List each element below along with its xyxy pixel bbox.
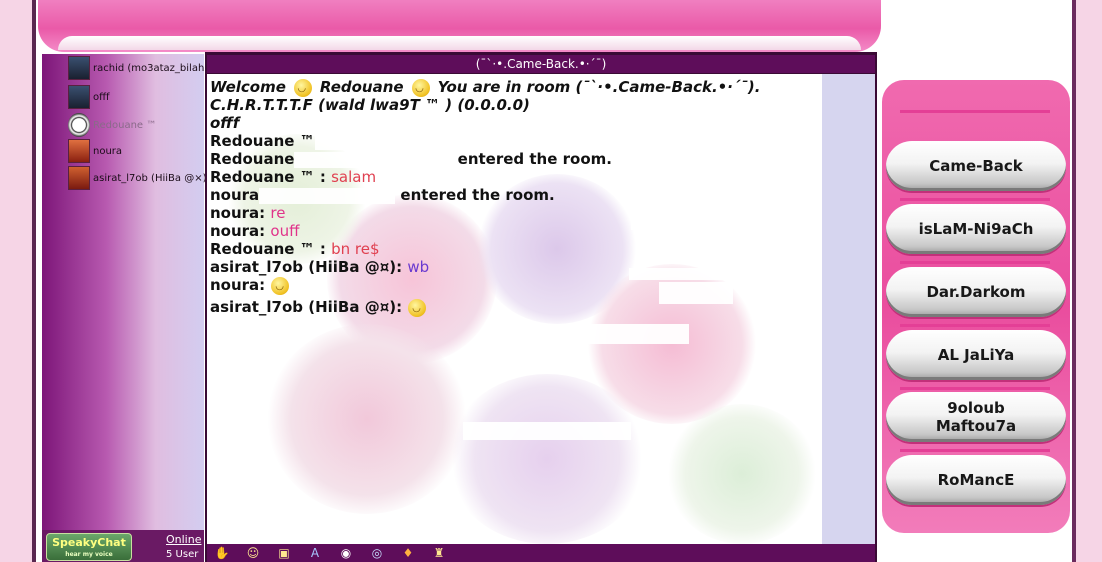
redaction-box [511,324,689,344]
chat-line: Redouane ™ : salam [210,168,822,186]
chat-line: asirat_l7ob (HiiBa @¤): wb [210,258,822,276]
background-foliage [667,404,817,544]
user-list-item[interactable]: offf [68,85,110,109]
nav-button-label: Came-Back [929,157,1023,175]
redaction-box [259,187,396,204]
user-count: 5 User [166,549,199,560]
smiley-icon[interactable]: ☺ [245,545,261,561]
nav-divider [900,110,1050,113]
avatar [68,85,90,109]
redaction-box [314,133,439,150]
room-title: (¯`·•.Came-Back.•·´¯) [207,55,875,73]
nav-button-label: 9oloub Maftou7a [935,399,1017,435]
chat-message-area[interactable]: Welcome Redouane You are in room (¯`·•.Cam… [207,74,822,544]
nav-divider [900,324,1050,327]
chat-username: Redouane ™ : [210,240,326,258]
avatar [68,139,90,163]
online-link[interactable]: Online [166,533,201,546]
user-list-item[interactable]: asirat_l7ob (HiiBa @×) [68,166,207,190]
chat-username: Redouane ™ [210,132,315,150]
welcome-prefix: Welcome [210,78,286,96]
nav-button-al-jaliya[interactable]: AL JaLiYa [886,330,1066,380]
chat-scroll-area[interactable] [822,74,875,544]
nav-divider [900,261,1050,264]
chat-event-text: entered the room. [457,150,612,168]
chat-username: asirat_l7ob (HiiBa @¤): [210,298,403,316]
chat-line: Redouane ™ : bn re$ [210,240,822,258]
sleepy-smiley-icon [271,276,290,296]
nav-button-label: RoMancE [937,471,1015,489]
chat-event-text: entered the room. [400,186,555,204]
redaction-box [463,422,631,440]
user-name: rachid (mo3ataz_bilah ( [93,62,212,74]
top-banner-inset [58,36,861,50]
page-frame-right [1072,0,1076,562]
hand-icon[interactable]: ✋ [214,545,230,561]
nav-divider [900,198,1050,201]
user-list-panel: rachid (mo3ataz_bilah ( offf Redouane ™ … [42,54,211,532]
nav-button-dar-darkom[interactable]: Dar.Darkom [886,267,1066,317]
chat-message: ouff [270,222,300,240]
chat-line: noura: [210,276,822,296]
welcome-line: Welcome Redouane You are in room (¯`·•.Cam… [210,78,822,98]
chat-username: Redouane [210,150,295,168]
candle-icon[interactable]: ♦ [400,545,416,561]
worried-smiley-icon [408,298,427,318]
user-list-item[interactable]: Redouane ™ [68,113,156,137]
chat-message: wb [407,258,430,276]
nav-button-label: Dar.Darkom [926,283,1026,301]
nav-button-label: isLaM-Ni9aCh [918,220,1034,238]
chat-line: C.H.R.T.T.T.F (wald lwa9T ™ ) (0.0.0.0) [210,96,530,114]
logo-text: SpeakyChat [52,536,126,549]
user-name: Redouane ™ [93,119,157,131]
chat-line: asirat_l7ob (HiiBa @¤): [210,298,822,318]
user-list-item[interactable]: rachid (mo3ataz_bilah ( [68,56,211,80]
chat-username: noura: [210,276,266,294]
chat-username: noura [210,186,260,204]
nav-divider [900,387,1050,390]
nav-button-came-back[interactable]: Came-Back [886,141,1066,191]
nav-button-label: AL JaLiYa [937,346,1015,364]
user-name: asirat_l7ob (HiiBa @×) [93,172,207,184]
lock-icon[interactable]: ♜ [431,545,447,561]
nav-button-islam-ni9ach[interactable]: isLaM-Ni9aCh [886,204,1066,254]
logo-subtitle: hear my voice [65,551,113,558]
welcome-suffix: You are in room (¯`·•.Came-Back.•·´¯). [437,78,761,96]
chat-line: offf [210,114,240,132]
chat-username: noura: [210,204,266,222]
chat-username: noura: [210,222,266,240]
chat-line: Redouane ™ [210,132,822,150]
avatar [68,166,90,190]
chat-line: noura: ouff [210,222,822,240]
redaction-box [294,151,453,168]
background-flower [447,374,647,544]
chat-message: re [270,204,286,222]
chat-line: Redouane entered the room. [210,150,822,168]
nav-divider [900,449,1050,452]
avatar [68,56,90,80]
chat-message: salam [331,168,377,186]
user-list-item[interactable]: noura [68,139,122,163]
soccer-ball-icon [68,113,90,137]
welcome-name: Redouane [319,78,404,96]
chat-log: Welcome Redouane You are in room (¯`·•.Cam… [210,78,822,318]
chat-username: asirat_l7ob (HiiBa @¤): [210,258,403,276]
background-flower [267,324,467,514]
nav-button-romance[interactable]: RoMancE [886,455,1066,505]
nav-button-9oloub-maftou7a[interactable]: 9oloub Maftou7a [886,392,1066,442]
chat-line: noura: re [210,204,822,222]
speakychat-logo[interactable]: SpeakyChat hear my voice [46,533,132,561]
font-icon[interactable]: A [307,545,323,561]
eye-icon[interactable]: ◎ [369,545,385,561]
user-name: offf [93,91,110,103]
film-icon[interactable]: ▣ [276,545,292,561]
smiley-icon [411,78,430,98]
user-name: noura [93,145,123,157]
webcam-icon[interactable]: ◉ [338,545,354,561]
smiley-icon [293,78,312,98]
chat-message: bn re$ [331,240,380,258]
chat-line: noura entered the room. [210,186,822,204]
chat-username: Redouane ™ : [210,168,326,186]
